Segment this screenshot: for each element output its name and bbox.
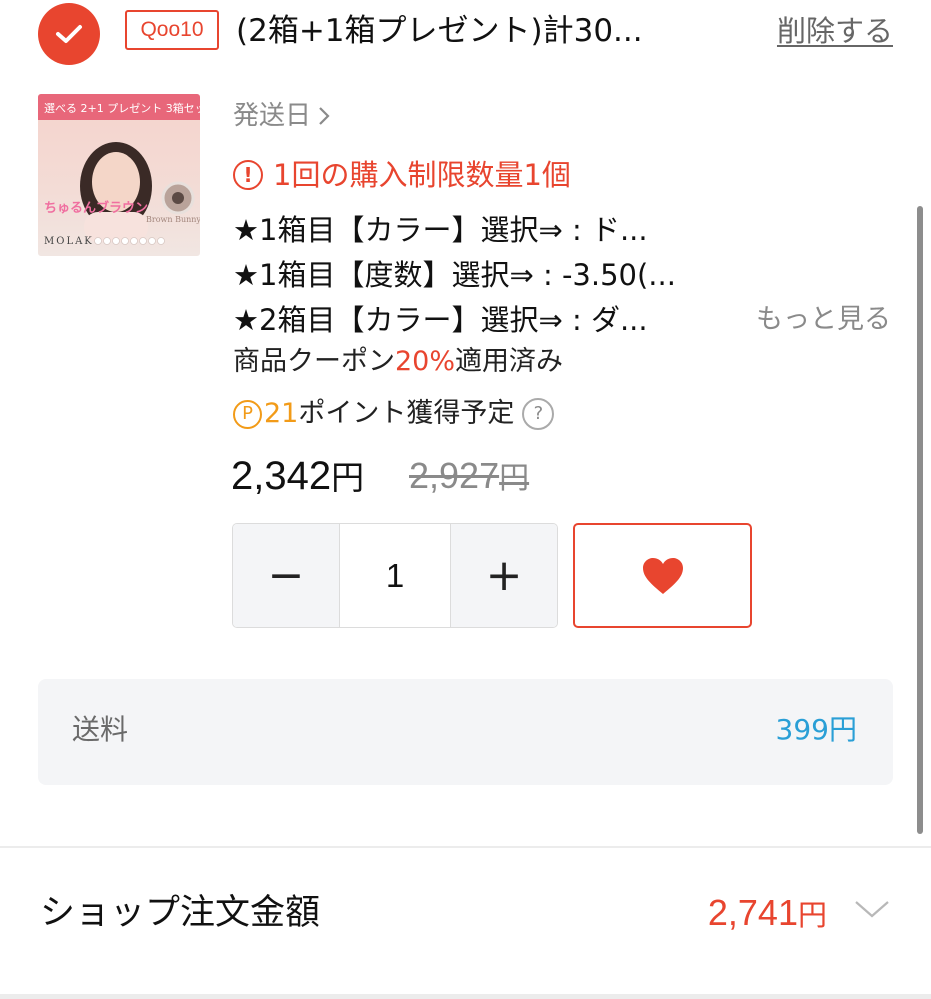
alert-icon: ! <box>233 160 263 190</box>
image-brand: MOLAK <box>44 236 94 247</box>
option-line-3: ★2箱目【カラー】選択⇒ : ダ... <box>233 303 648 337</box>
shop-total-unit: 円 <box>797 900 827 932</box>
coupon-applied: 商品クーポン20%適用済み <box>233 339 563 385</box>
image-product-en: Brown Bunny <box>146 215 200 224</box>
original-price: 2,927円 <box>409 449 529 506</box>
option-line-1: ★1箱目【カラー】選択⇒ : ド... <box>233 213 648 247</box>
heart-icon <box>642 557 683 594</box>
shop-total-amount[interactable]: 2,741円 <box>708 886 827 943</box>
show-more-button[interactable]: もっと見る <box>756 297 891 343</box>
check-icon <box>56 25 82 43</box>
purchase-limit-notice: ! 1回の購入制限数量1個 <box>233 152 571 198</box>
points-earn: P 21 ポイント獲得予定 ? <box>233 391 555 437</box>
scrollbar[interactable] <box>917 206 923 834</box>
increase-quantity-button[interactable]: + <box>451 524 557 627</box>
product-image: 選べる 2+1 プレゼント 3箱セット ちゅるんブラウン Brown Bunny… <box>38 94 200 247</box>
shop-total-label: ショップ注文金額 <box>40 893 321 933</box>
ship-date-label: 発送日 <box>233 101 312 131</box>
ship-date-link[interactable]: 発送日 <box>233 94 331 138</box>
shipping-fee-box: 送料 399円 <box>38 679 893 785</box>
coupon-suffix: 適用済み <box>455 346 564 377</box>
quantity-stepper: − 1 + <box>232 523 558 628</box>
bottom-divider <box>0 994 931 999</box>
image-product-line: ちゅるんブラウン <box>44 200 148 216</box>
product-thumbnail[interactable]: 選べる 2+1 プレゼント 3箱セット ちゅるんブラウン Brown Bunny… <box>38 94 200 256</box>
chevron-down-icon[interactable] <box>853 897 891 921</box>
sale-price-value: 2,342 <box>231 454 332 498</box>
original-price-unit: 円 <box>499 462 530 495</box>
shipping-fee: 399円 <box>775 713 857 746</box>
points-value: 21 <box>264 398 299 429</box>
item-title[interactable]: (2箱+1箱プレゼント)計30... <box>236 8 726 54</box>
coupon-percent: 20% <box>395 346 456 377</box>
purchase-limit-text: 1回の購入制限数量1個 <box>273 158 571 192</box>
delete-button[interactable]: 削除する <box>777 8 893 54</box>
divider <box>0 846 931 848</box>
coupon-prefix: 商品クーポン <box>233 346 395 377</box>
sale-price-unit: 円 <box>331 459 365 496</box>
option-line-2: ★1箱目【度数】選択⇒ : -3.50(... <box>233 258 676 292</box>
points-text: ポイント獲得予定 <box>298 398 515 429</box>
help-icon[interactable]: ? <box>522 398 555 430</box>
sale-price: 2,342円 <box>231 449 364 505</box>
quantity-value[interactable]: 1 <box>339 524 451 627</box>
points-icon: P <box>233 399 262 429</box>
chevron-right-icon <box>319 107 330 125</box>
image-banner-text: 選べる 2+1 プレゼント 3箱セット <box>44 101 200 115</box>
shipping-label: 送料 <box>72 713 129 746</box>
seller-badge: Qoo10 <box>125 10 219 50</box>
decrease-quantity-button[interactable]: − <box>233 524 339 627</box>
shop-total-value: 2,741 <box>707 892 798 933</box>
select-item-checkbox[interactable] <box>38 3 100 65</box>
favorite-button[interactable] <box>573 523 752 628</box>
original-price-value: 2,927 <box>409 455 500 496</box>
